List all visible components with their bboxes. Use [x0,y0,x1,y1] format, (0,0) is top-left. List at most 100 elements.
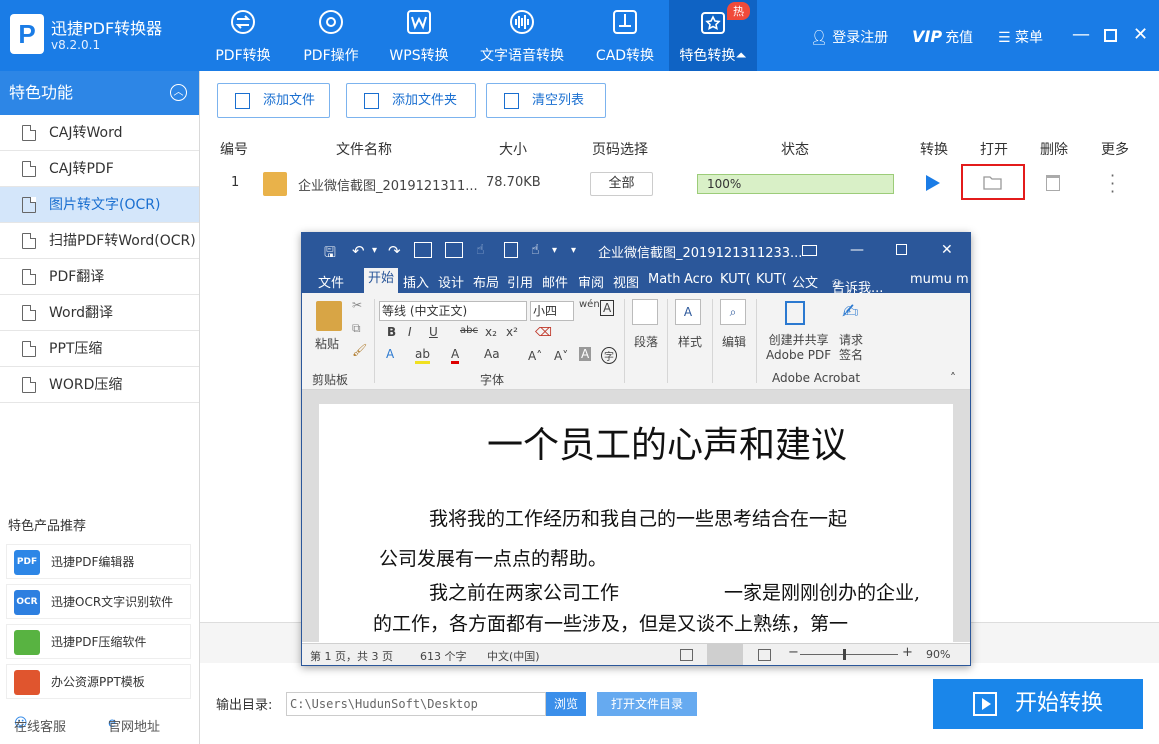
underline-icon[interactable]: U [429,325,438,339]
grid-icon[interactable] [445,242,463,258]
word-close-button[interactable]: ✕ [941,242,953,258]
nav-wps-convert[interactable]: WPS转换 [383,0,455,71]
word-count[interactable]: 613 个字 [420,648,467,664]
sidebar-item-pdf-translate[interactable]: PDF翻译 [0,259,199,295]
zoom-level[interactable]: 90% [926,648,950,661]
word-maximize-button[interactable] [896,244,907,255]
customize-icon[interactable]: ▾ [552,245,557,256]
nav-pdf-convert[interactable]: PDF转换 [207,0,279,71]
word-minimize-button[interactable]: — [850,242,864,258]
zoom-slider-thumb[interactable] [843,649,846,660]
rec-ocr-software[interactable]: OCR 迅捷OCR文字识别软件 [6,584,191,619]
tab-kutools-plus[interactable]: KUT( [756,272,787,287]
clear-list-button[interactable]: 清空列表 [486,83,606,118]
copy-icon[interactable]: ⧉ [352,321,361,336]
tab-math[interactable]: Math [648,272,681,287]
sidebar-item-word-compress[interactable]: WORD压缩 [0,367,199,403]
tab-document[interactable]: 公文 [792,272,818,291]
text-effects-icon[interactable]: A [386,347,394,361]
output-path-input[interactable]: C:\Users\HudunSoft\Desktop [286,692,546,716]
tab-kutools[interactable]: KUT( [720,272,751,287]
tab-design[interactable]: 设计 [438,272,464,291]
char-border-icon[interactable]: A [600,300,615,316]
account-name[interactable]: mumu m [910,272,969,287]
sidebar-item-caj-pdf[interactable]: CAJ转PDF [0,151,199,187]
request-sign-button[interactable]: 请求 签名 [839,333,863,363]
ribbon-options-icon[interactable] [802,245,817,256]
sidebar-item-caj-word[interactable]: CAJ转Word [0,115,199,151]
login-button[interactable]: 👤︎ 登录注册 [810,27,888,47]
tab-layout[interactable]: 布局 [473,272,499,291]
print-layout-icon[interactable] [707,644,743,665]
paste-button[interactable]: 粘贴 [315,335,339,352]
tab-insert[interactable]: 插入 [403,272,429,291]
styles-button[interactable]: 样式 [678,333,702,350]
subscript-icon[interactable]: x₂ [485,325,497,339]
rec-pdf-compress[interactable]: 迅捷PDF压缩软件 [6,624,191,659]
menu-button[interactable]: ☰ 菜单 [998,27,1043,47]
superscript-icon[interactable]: x² [506,325,518,339]
styles-icon[interactable]: A [675,299,701,325]
editing-button[interactable]: 编辑 [722,333,746,350]
highlight-icon[interactable]: ab [415,347,430,364]
sidebar-item-ocr[interactable]: 图片转文字(OCR) [0,187,199,223]
add-file-button[interactable]: 添加文件 [217,83,330,118]
grow-font-icon[interactable]: A˄ [528,349,542,363]
cut-icon[interactable]: ✂ [352,298,362,312]
minimize-button[interactable]: — [1072,24,1090,45]
open-folder-button[interactable] [961,164,1025,200]
tab-review[interactable]: 审阅 [578,272,604,291]
tab-home[interactable]: 开始 [364,268,399,293]
zoom-in-icon[interactable]: + [902,645,913,660]
rec-ppt-template[interactable]: 办公资源PPT模板 [6,664,191,699]
font-color-icon[interactable]: A [451,347,460,364]
paste-icon[interactable] [316,301,342,331]
touch-mode-icon[interactable]: ☝︎ [531,242,540,258]
redo-icon[interactable]: ↷ [388,242,401,260]
open-directory-button[interactable]: 打开文件目录 [597,692,697,716]
more-commands-icon[interactable]: ▾ [571,245,576,256]
create-pdf-icon[interactable] [785,301,805,325]
sidebar-item-scan-ocr[interactable]: 扫描PDF转Word(OCR) [0,223,199,259]
word-page[interactable]: 一个员工的心声和建议 我将我的工作经历和我自己的一些思考结合在一起 公司发展有一… [319,404,953,642]
pdf-quick-icon[interactable] [414,242,432,258]
nav-pdf-operate[interactable]: PDF操作 [295,0,367,71]
nav-text-speech[interactable]: 文字语音转换 [475,0,569,71]
preview-icon[interactable] [504,242,518,258]
undo-dropdown-icon[interactable]: ▾ [372,245,377,256]
format-painter-icon[interactable]: 🖌︎ [352,343,367,357]
page-select[interactable]: 全部 [590,172,653,196]
vip-recharge-button[interactable]: VIP 充值 [912,27,973,47]
tab-mailings[interactable]: 邮件 [542,272,568,291]
tab-view[interactable]: 视图 [613,272,639,291]
zoom-slider[interactable] [800,654,898,655]
collapse-icon[interactable]: ︿ [170,84,187,101]
read-mode-icon[interactable] [680,649,693,661]
change-case-icon[interactable]: Aa [484,347,500,361]
start-convert-button[interactable]: 开始转换 [933,679,1143,729]
search-icon[interactable]: ⌕ [720,299,746,325]
zoom-out-icon[interactable]: − [788,645,799,660]
tab-file[interactable]: 文件 [318,272,344,291]
undo-icon[interactable]: ↶ [352,242,365,260]
tab-acrobat[interactable]: Acro [684,272,713,287]
touch-icon[interactable]: ☝︎ [476,242,485,258]
paragraph-icon[interactable] [632,299,658,325]
italic-icon[interactable]: I [408,325,412,339]
collapse-ribbon-icon[interactable]: ˄ [950,371,956,385]
enclose-chars-icon[interactable]: 字 [601,347,617,364]
phonetic-guide-icon[interactable]: wén [579,299,600,310]
char-shading-icon[interactable]: A [579,347,592,361]
more-icon[interactable]: · · · [1110,168,1115,200]
web-layout-icon[interactable] [758,649,771,661]
nav-cad-convert[interactable]: CAD转换 [589,0,661,71]
add-folder-button[interactable]: 添加文件夹 [346,83,476,118]
browse-button[interactable]: 浏览 [546,692,586,716]
shrink-font-icon[interactable]: A˅ [554,349,568,363]
sign-request-icon[interactable]: ✍︎ [842,299,859,323]
bold-icon[interactable]: B [387,325,396,339]
save-icon[interactable]: 🖫︎ [324,242,336,266]
play-icon[interactable] [926,175,940,191]
create-share-pdf-button[interactable]: 创建并共享 Adobe PDF [766,333,831,363]
close-button[interactable]: ✕ [1133,24,1148,45]
